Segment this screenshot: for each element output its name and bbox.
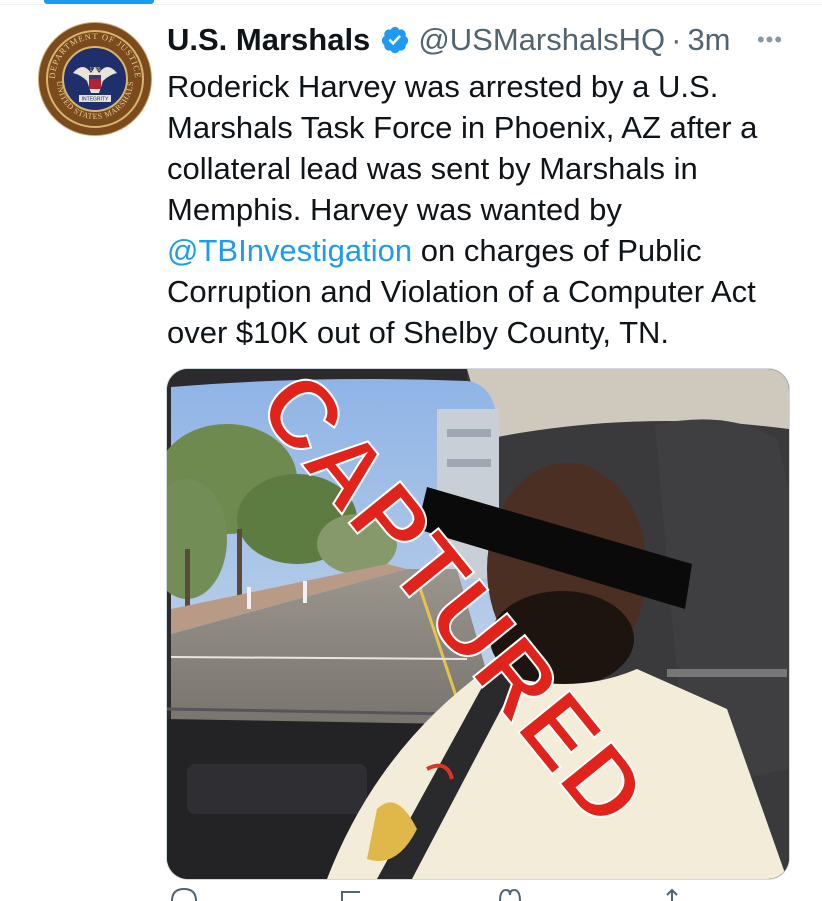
mention-link[interactable]: @TBInvestigation [167, 233, 412, 268]
share-icon[interactable] [658, 886, 686, 901]
captured-photo: CAPTURED [167, 369, 789, 879]
display-name[interactable]: U.S. Marshals [167, 20, 370, 60]
seal-year: 1789 [89, 67, 100, 73]
tweet-actions [166, 886, 788, 901]
reply-icon[interactable] [170, 886, 198, 901]
tweet-text: Roderick Harvey was arrested by a U.S. M… [167, 66, 797, 353]
separator-dot: · [671, 22, 682, 57]
avatar[interactable]: DEPARTMENT OF JUSTICE UNITED STATES MARS… [38, 22, 152, 136]
retweet-icon[interactable] [338, 886, 366, 901]
handle[interactable]: @USMarshalsHQ [418, 20, 665, 60]
tweet-text-part-1: Roderick Harvey was arrested by a U.S. M… [167, 69, 758, 227]
verified-badge-icon [382, 26, 409, 54]
us-marshals-seal-icon: DEPARTMENT OF JUSTICE UNITED STATES MARS… [40, 24, 150, 134]
top-divider [0, 4, 822, 5]
tweet-photo[interactable]: CAPTURED [166, 368, 790, 880]
timestamp[interactable]: 3m [687, 20, 730, 60]
more-options-icon[interactable]: ••• [752, 22, 788, 58]
seal-center-text: INTEGRITY [82, 97, 109, 103]
tweet-header: U.S. Marshals @USMarshalsHQ · 3m [167, 20, 731, 60]
like-icon[interactable] [496, 886, 524, 901]
